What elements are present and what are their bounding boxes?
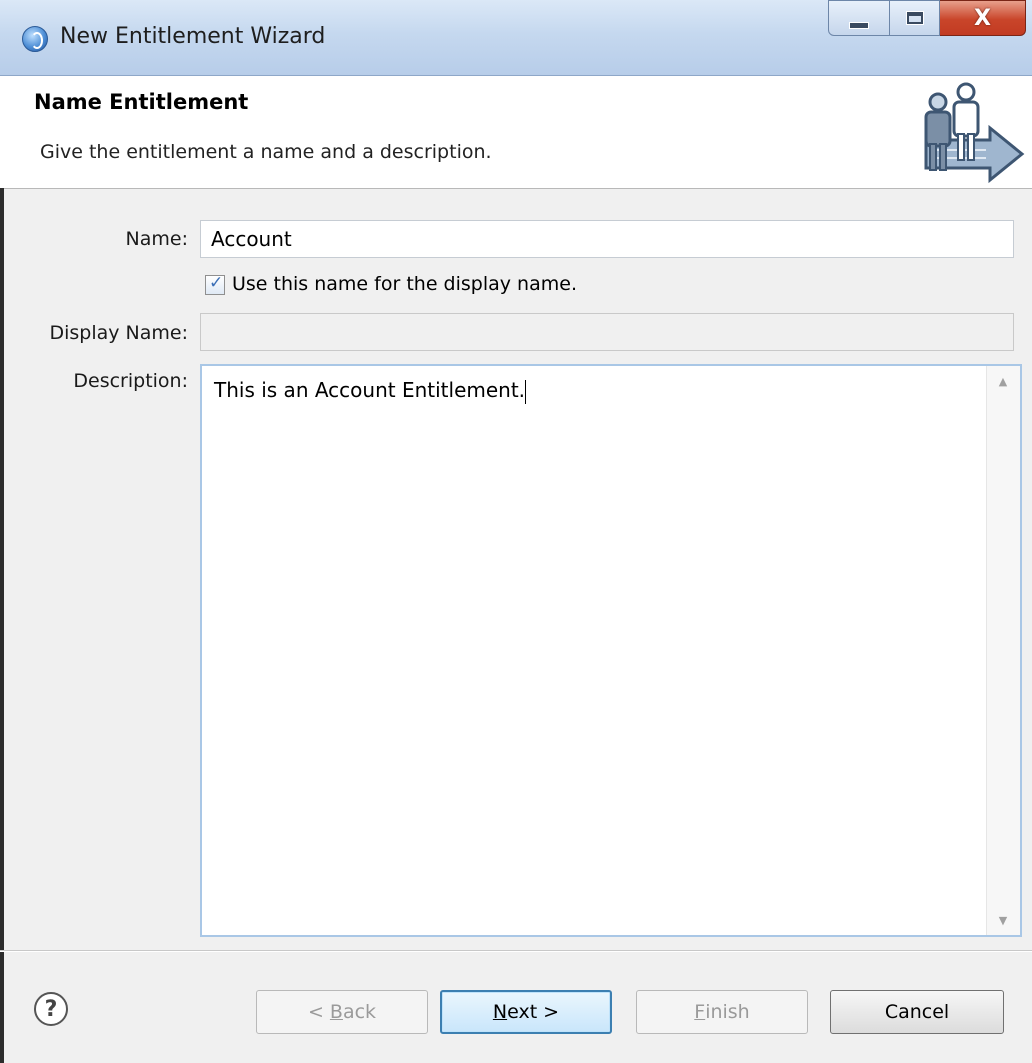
description-text: This is an Account Entitlement. [214, 378, 527, 404]
next-rest: ext > [507, 1001, 560, 1023]
back-prefix: < [307, 1001, 330, 1023]
app-icon [22, 26, 48, 52]
name-label: Name: [125, 228, 188, 250]
minimize-button[interactable] [828, 0, 890, 36]
description-textarea[interactable]: This is an Account Entitlement. ▲ ▼ [200, 364, 1022, 937]
close-icon: X [974, 5, 991, 31]
display-name-label: Display Name: [49, 322, 188, 344]
finish-button[interactable]: Finish [636, 990, 808, 1034]
maximize-button[interactable] [890, 0, 940, 36]
title-bar[interactable]: New Entitlement Wizard X [0, 0, 1032, 76]
wizard-window: New Entitlement Wizard X Name Entitlemen… [0, 0, 1032, 1063]
checkmark-icon: ✓ [209, 273, 224, 293]
wizard-banner: Name Entitlement Give the entitlement a … [0, 76, 1032, 189]
minimize-icon [849, 21, 869, 29]
display-name-input[interactable] [200, 313, 1014, 351]
next-button[interactable]: Next > [440, 990, 612, 1034]
page-title: Name Entitlement [34, 90, 249, 114]
close-button[interactable]: X [940, 0, 1026, 36]
maximize-icon [905, 11, 924, 25]
scroll-down-arrow-icon[interactable]: ▼ [987, 905, 1019, 935]
use-name-checkbox-label[interactable]: Use this name for the display name. [232, 273, 577, 295]
window-edge [0, 188, 4, 1063]
use-name-checkbox[interactable]: ✓ [205, 273, 225, 295]
button-bar-separator [0, 950, 1032, 952]
description-label: Description: [73, 370, 188, 392]
finish-rest: inish [705, 1001, 750, 1023]
scroll-up-arrow-icon[interactable]: ▲ [987, 366, 1019, 396]
next-mnemonic: N [492, 1001, 508, 1023]
window-controls: X [828, 0, 1026, 38]
text-caret [525, 379, 527, 404]
window-title: New Entitlement Wizard [60, 24, 326, 49]
description-scrollbar[interactable]: ▲ ▼ [986, 366, 1020, 935]
help-button[interactable]: ? [34, 992, 68, 1026]
back-rest: ack [342, 1001, 377, 1023]
entitlement-users-icon [924, 82, 1025, 184]
back-mnemonic: B [329, 1001, 343, 1023]
back-button[interactable]: < Back [256, 990, 428, 1034]
finish-mnemonic: F [694, 1001, 706, 1023]
cancel-button[interactable]: Cancel [830, 990, 1004, 1034]
name-input[interactable]: Account [200, 220, 1014, 258]
page-description: Give the entitlement a name and a descri… [40, 141, 492, 163]
